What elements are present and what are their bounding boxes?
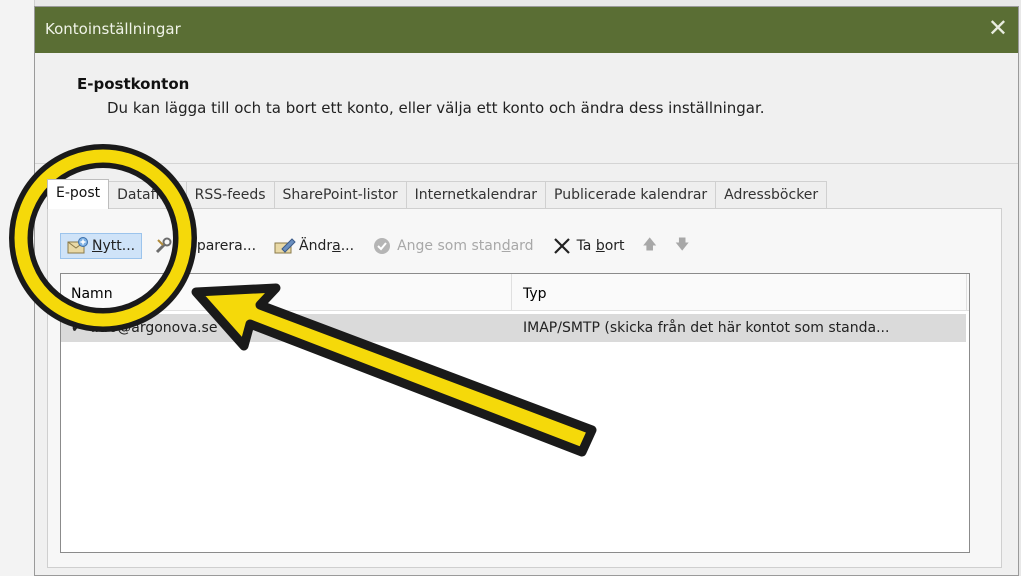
repair-label: Reparera... xyxy=(179,238,257,254)
change-label: Ändra... xyxy=(299,238,355,254)
dialog-header: E-postkonton Du kan lägga till och ta bo… xyxy=(35,53,1018,164)
list-header: Namn Typ xyxy=(61,274,969,311)
account-name: info@argonova.se xyxy=(91,320,218,336)
move-down-button[interactable]: 🡇 xyxy=(669,231,695,261)
new-account-icon xyxy=(67,237,88,255)
edit-account-icon xyxy=(274,237,296,255)
tab-sharepoint-lists[interactable]: SharePoint-listor xyxy=(273,181,407,209)
remove-button[interactable]: Ta bort xyxy=(546,234,631,258)
tab-email[interactable]: E-post xyxy=(47,179,110,209)
dialog-title: Kontoinställningar xyxy=(45,20,181,38)
column-divider xyxy=(511,274,512,310)
remove-label: Ta bort xyxy=(576,238,625,254)
set-default-label: Ange som standard xyxy=(397,238,534,254)
arrow-up-icon: 🡅 xyxy=(642,237,657,253)
account-list[interactable]: Namn Typ ✔ info@argonova.se IMAP/SMTP (s… xyxy=(60,273,970,553)
column-divider xyxy=(966,274,967,310)
account-settings-dialog: Kontoinställningar ✕ E-postkonton Du kan… xyxy=(34,6,1019,576)
section-title: E-postkonton xyxy=(77,75,190,93)
repair-button[interactable]: Reparera... xyxy=(148,234,262,258)
new-account-button[interactable]: Nytt... xyxy=(60,233,143,259)
x-icon xyxy=(552,237,572,255)
tab-rss-feeds[interactable]: RSS-feeds xyxy=(185,181,275,209)
arrow-down-icon: 🡇 xyxy=(674,237,690,253)
checkmark-circle-icon xyxy=(372,237,392,255)
tab-address-books[interactable]: Adressböcker xyxy=(715,181,828,209)
move-up-button[interactable]: 🡅 xyxy=(637,231,663,261)
default-check-icon: ✔ xyxy=(71,320,83,336)
background-window xyxy=(0,0,35,576)
email-tab-panel: Nytt... Reparera... Ändra... Ange som st… xyxy=(47,208,1002,568)
tab-internet-calendars[interactable]: Internetkalendrar xyxy=(405,181,547,209)
change-button[interactable]: Ändra... xyxy=(268,234,360,258)
titlebar: Kontoinställningar ✕ xyxy=(35,7,1018,53)
wrench-icon xyxy=(154,237,174,255)
tab-data-files[interactable]: Datafiler xyxy=(108,181,187,209)
new-account-label: Nytt... xyxy=(92,238,136,254)
section-description: Du kan lägga till och ta bort ett konto,… xyxy=(107,99,765,117)
tab-strip: E-post Datafiler RSS-feeds SharePoint-li… xyxy=(47,179,828,209)
table-row[interactable]: ✔ info@argonova.se IMAP/SMTP (skicka frå… xyxy=(61,314,966,342)
column-header-type[interactable]: Typ xyxy=(523,286,547,302)
tab-published-calendars[interactable]: Publicerade kalendrar xyxy=(545,181,717,209)
close-icon[interactable]: ✕ xyxy=(988,14,1008,42)
toolbar: Nytt... Reparera... Ändra... Ange som st… xyxy=(60,231,701,261)
column-header-name[interactable]: Namn xyxy=(71,286,113,302)
set-default-button[interactable]: Ange som standard xyxy=(366,234,539,258)
account-type: IMAP/SMTP (skicka från det här kontot so… xyxy=(523,320,890,336)
